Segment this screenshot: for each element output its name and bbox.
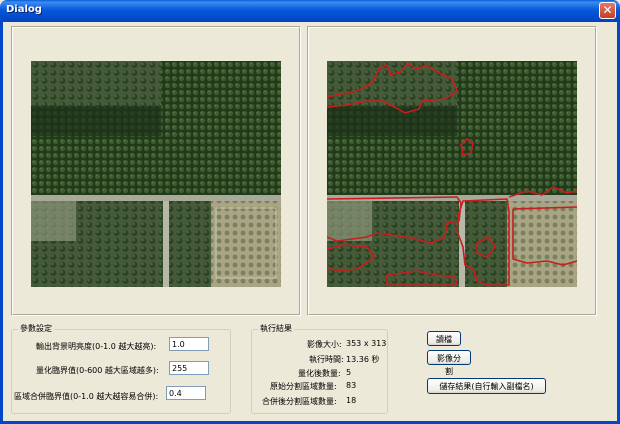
merge-label: 區域合併臨界值(0-1.0 越大越容易合併): — [14, 392, 159, 401]
segment-button[interactable]: 影像分割 — [427, 350, 471, 376]
brightness-input[interactable] — [169, 337, 209, 351]
close-button[interactable]: ✕ — [599, 2, 616, 19]
original-regions-label: 原始分割區域數量: — [270, 382, 337, 391]
brightness-label: 輸出背景明亮度(0-1.0 越大越亮): — [36, 342, 157, 351]
quantized-count-value: 5 — [346, 368, 352, 377]
exec-time-value: 13.36 秒 — [346, 355, 380, 364]
quantize-input[interactable] — [169, 361, 209, 375]
quantize-label: 量化臨界值(0-600 越大區域越多): — [36, 366, 159, 375]
original-regions-value: 83 — [346, 381, 357, 390]
original-image — [31, 61, 281, 287]
exec-time-label: 執行時間: — [309, 355, 344, 364]
close-icon: ✕ — [602, 3, 613, 17]
title-bar: Dialog ✕ — [0, 0, 620, 22]
params-title: 參數設定 — [18, 323, 54, 334]
merge-input[interactable] — [166, 386, 206, 400]
segmented-image — [327, 61, 577, 287]
window-title: Dialog — [6, 4, 42, 15]
load-file-button[interactable]: 讀檔 — [427, 331, 461, 346]
image-size-label: 影像大小: — [307, 340, 342, 349]
merged-regions-label: 合併後分割區域數量: — [262, 397, 337, 406]
save-result-button[interactable]: 儲存結果(自行輸入副檔名) — [427, 378, 546, 394]
merged-regions-value: 18 — [346, 396, 357, 405]
image-size-value: 353 x 313 — [346, 339, 387, 348]
quantized-count-label: 量化後數量: — [298, 369, 341, 378]
results-title: 執行結果 — [258, 323, 294, 334]
